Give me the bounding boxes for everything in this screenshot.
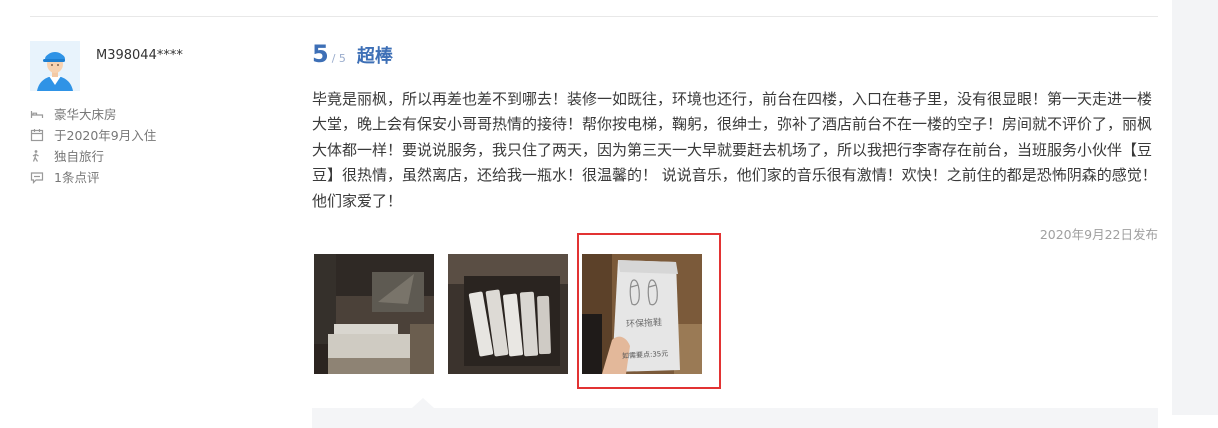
divider [30, 16, 1158, 17]
review-photo-3[interactable]: 环保拖鞋 如需要点:35元 [582, 254, 702, 374]
travel-type: 独自旅行 [30, 145, 156, 166]
rating: 5 / 5 超棒 [312, 40, 393, 68]
reply-panel [312, 408, 1158, 428]
stay-date: 于2020年9月入住 [30, 124, 156, 145]
avatar [30, 41, 80, 91]
hotel-room-image [314, 254, 434, 374]
room-type: 豪华大床房 [30, 103, 156, 124]
user-avatar-icon [30, 41, 80, 91]
calendar-icon [30, 128, 44, 141]
solo-traveler-icon [32, 149, 39, 162]
page-gutter [1172, 0, 1218, 415]
username: M398044**** [96, 48, 183, 63]
panel-pointer [412, 398, 434, 408]
bed-icon [30, 110, 44, 118]
review-photo-2[interactable] [448, 254, 568, 374]
toiletries-image [448, 254, 568, 374]
review-text: 毕竟是丽枫，所以再差也差不到哪去！装修一如既往，环境也还行，前台在四楼，入口在巷… [312, 90, 1157, 210]
rating-max: / 5 [331, 52, 346, 65]
review-date: 2020年9月22日发布 [1039, 227, 1158, 242]
user-meta: 豪华大床房 于2020年9月入住 独自旅行 1条点评 [30, 103, 156, 187]
rating-score: 5 [312, 40, 329, 68]
comment-icon [30, 171, 44, 184]
review-count: 1条点评 [30, 166, 156, 187]
slippers-package-label: 环保拖鞋 [625, 318, 663, 330]
rating-label: 超棒 [356, 46, 393, 67]
review-photo-1[interactable] [314, 254, 434, 374]
